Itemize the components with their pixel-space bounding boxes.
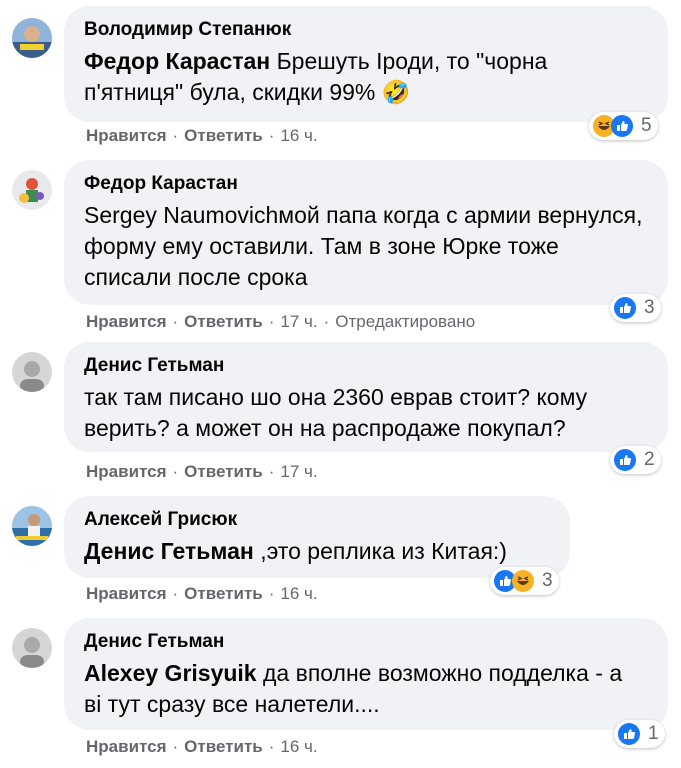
like-button[interactable]: Нравится xyxy=(86,737,167,757)
comment-author[interactable]: Федор Карастан xyxy=(84,172,644,196)
reaction-count: 3 xyxy=(644,297,655,318)
reaction-count: 3 xyxy=(542,570,553,591)
reply-button[interactable]: Ответить xyxy=(184,462,263,482)
comment-text: Федор Карастан Брешуть Іроди, то "чорна … xyxy=(84,48,548,105)
comment-actions: Нравится · Ответить · 17 ч. · Отредактир… xyxy=(86,312,476,332)
reply-button[interactable]: Ответить xyxy=(184,126,263,146)
reaction-summary[interactable]: 3 xyxy=(610,294,661,322)
comment-actions: Нравится · Ответить · 16 ч. xyxy=(86,126,318,146)
haha-reaction-icon xyxy=(512,570,534,592)
comment-bubble: Володимир Степанюк Федор Карастан Брешут… xyxy=(64,6,668,122)
reaction-summary[interactable]: 1 xyxy=(614,720,665,748)
reaction-count: 5 xyxy=(641,115,652,136)
timestamp[interactable]: 16 ч. xyxy=(280,584,317,604)
comment-actions: Нравится · Ответить · 17 ч. xyxy=(86,462,318,482)
reply-button[interactable]: Ответить xyxy=(184,584,263,604)
comment-text: Sergey Naumovichмой папа когда с армии в… xyxy=(84,202,643,290)
avatar[interactable] xyxy=(12,352,52,392)
like-button[interactable]: Нравится xyxy=(86,312,167,332)
reply-button[interactable]: Ответить xyxy=(184,312,263,332)
reaction-summary[interactable]: 3 xyxy=(490,567,559,595)
comment-bubble: Федор Карастан Sergey Naumovichмой папа … xyxy=(64,160,668,305)
mention-link[interactable]: Alexey Grisyuik xyxy=(84,660,257,686)
reaction-count: 1 xyxy=(648,723,659,744)
avatar[interactable] xyxy=(12,506,52,546)
comment-text: Alexey Grisyuik да вполне возможно подде… xyxy=(84,660,623,717)
comment-bubble: Денис Гетьман так там писано шо она 2360… xyxy=(64,342,668,452)
comment-actions: Нравится · Ответить · 16 ч. xyxy=(86,737,318,757)
comment-author[interactable]: Денис Гетьман xyxy=(84,630,644,654)
avatar[interactable] xyxy=(12,628,52,668)
comment-actions: Нравится · Ответить · 16 ч. xyxy=(86,584,318,604)
timestamp[interactable]: 17 ч. xyxy=(280,462,317,482)
like-button[interactable]: Нравится xyxy=(86,584,167,604)
timestamp[interactable]: 16 ч. xyxy=(280,737,317,757)
timestamp[interactable]: 17 ч. xyxy=(280,312,317,332)
mention-link[interactable]: Денис Гетьман xyxy=(84,538,254,564)
comment-bubble: Денис Гетьман Alexey Grisyuik да вполне … xyxy=(64,618,668,730)
reaction-summary[interactable]: 2 xyxy=(610,446,661,474)
avatar[interactable] xyxy=(12,18,52,58)
like-reaction-icon xyxy=(614,297,636,319)
mention-link[interactable]: Федор Карастан xyxy=(84,48,270,74)
comment-author[interactable]: Володимир Степанюк xyxy=(84,18,644,42)
comment-author[interactable]: Алексей Грисюк xyxy=(84,508,546,532)
comment-bubble: Алексей Грисюк Денис Гетьман ,это реплик… xyxy=(64,496,570,578)
timestamp[interactable]: 16 ч. xyxy=(280,126,317,146)
like-reaction-icon xyxy=(614,449,636,471)
comment-author[interactable]: Денис Гетьман xyxy=(84,354,644,378)
like-button[interactable]: Нравится xyxy=(86,462,167,482)
like-reaction-icon xyxy=(618,723,640,745)
avatar[interactable] xyxy=(12,170,52,210)
like-reaction-icon xyxy=(611,115,633,137)
like-button[interactable]: Нравится xyxy=(86,126,167,146)
edited-label[interactable]: Отредактировано xyxy=(335,312,475,332)
reaction-count: 2 xyxy=(644,449,655,470)
comment-text: Денис Гетьман ,это реплика из Китая:) xyxy=(84,538,507,564)
reaction-summary[interactable]: 5 xyxy=(589,112,658,140)
reply-button[interactable]: Ответить xyxy=(184,737,263,757)
comment-text: так там писано шо она 2360 еврав стоит? … xyxy=(84,384,588,441)
